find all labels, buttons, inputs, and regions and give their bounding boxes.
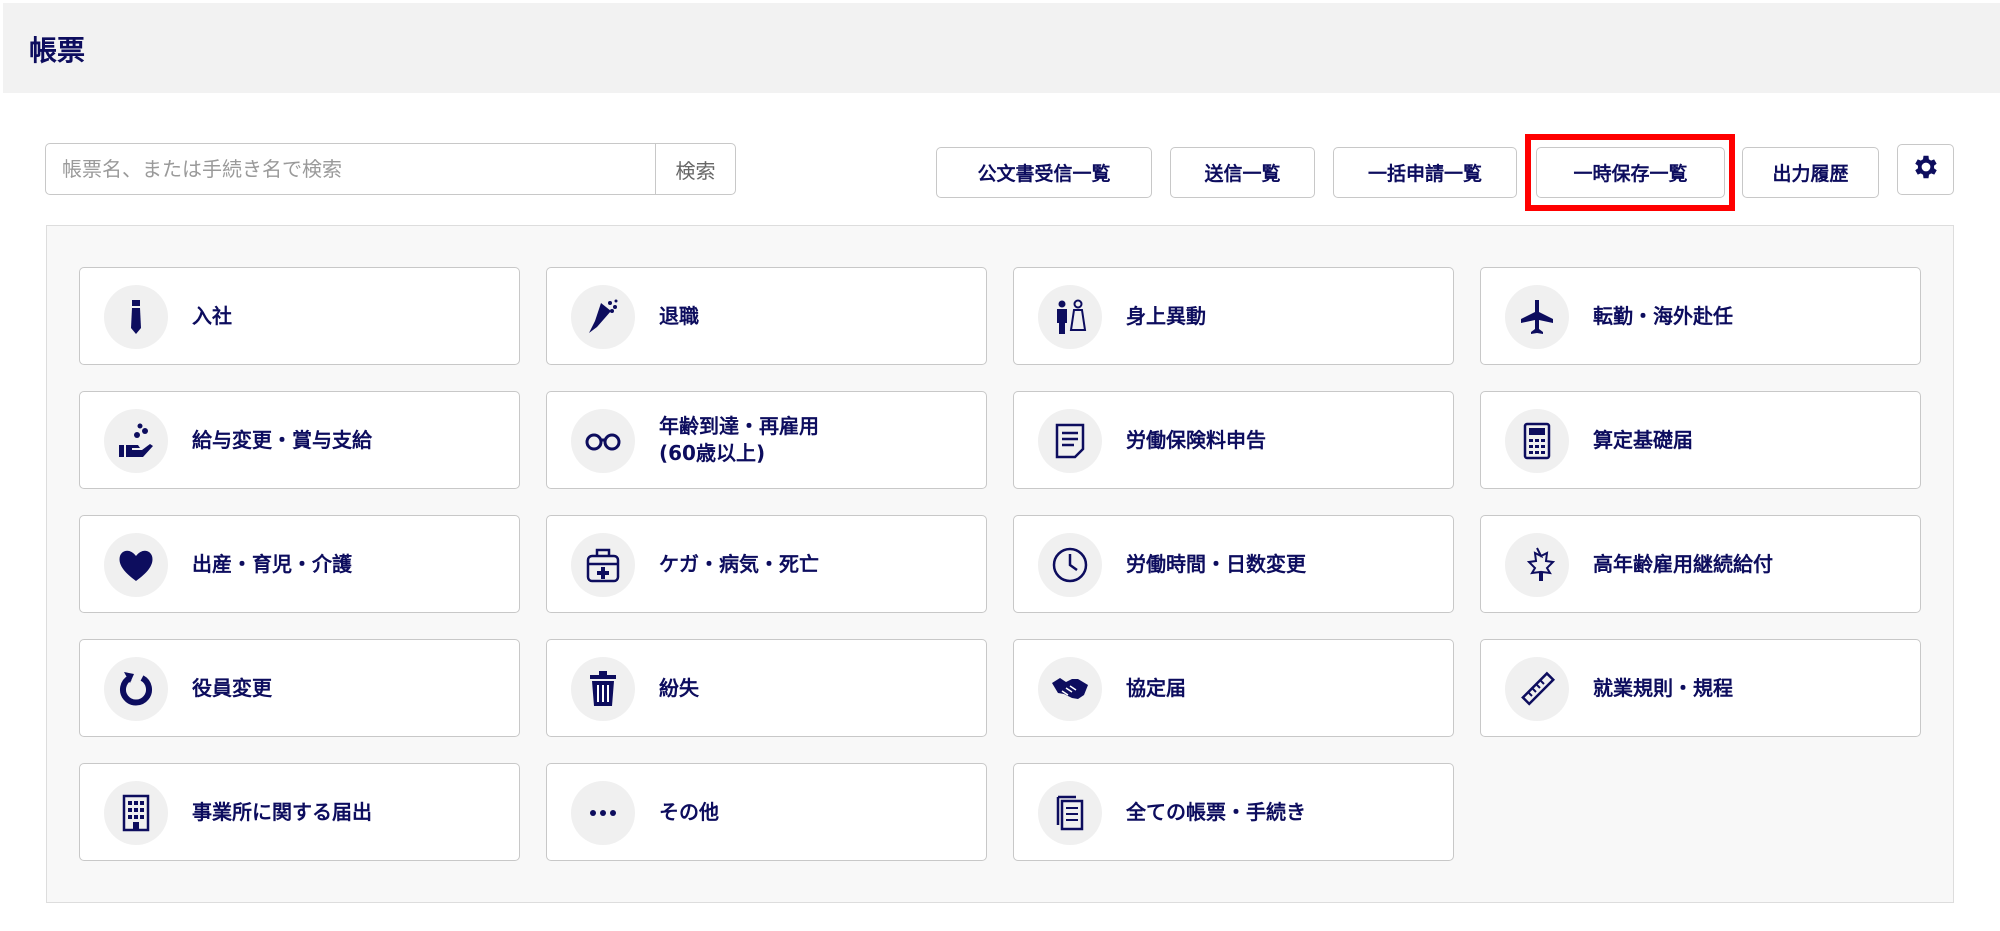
category-label: 算定基礎届 <box>1593 427 1693 452</box>
building-icon <box>104 781 168 845</box>
category-label: 年齢到達・再雇用 (60歳以上) <box>659 414 819 465</box>
refresh-icon <box>104 657 168 721</box>
hand-coins-icon <box>104 409 168 473</box>
handshake-icon <box>1038 657 1102 721</box>
category-card-glasses[interactable]: 年齢到達・再雇用 (60歳以上) <box>546 391 987 489</box>
category-card-airplane[interactable]: 転勤・海外赴任 <box>1480 267 1921 365</box>
settings-button[interactable] <box>1897 144 1954 195</box>
first-aid-kit-icon <box>571 533 635 597</box>
received-documents-list-button[interactable]: 公文書受信一覧 <box>936 147 1152 198</box>
category-label: 労働保険料申告 <box>1126 427 1266 452</box>
search-box: 検索 <box>45 143 736 195</box>
category-card-calculator[interactable]: 算定基礎届 <box>1480 391 1921 489</box>
category-label: 退職 <box>659 303 699 328</box>
category-label: ケガ・病気・死亡 <box>659 551 819 576</box>
category-card-handshake[interactable]: 協定届 <box>1013 639 1454 737</box>
category-card-building[interactable]: 事業所に関する届出 <box>79 763 520 861</box>
category-label: 給与変更・賞与支給 <box>192 427 372 452</box>
category-label: 事業所に関する届出 <box>192 799 372 824</box>
category-card-refresh[interactable]: 役員変更 <box>79 639 520 737</box>
category-label: 高年齢雇用継続給付 <box>1593 551 1773 576</box>
category-label: 就業規則・規程 <box>1593 675 1733 700</box>
document-icon <box>1038 409 1102 473</box>
category-card-first-aid-kit[interactable]: ケガ・病気・死亡 <box>546 515 987 613</box>
search-input[interactable] <box>46 144 655 194</box>
gear-icon <box>1911 152 1941 187</box>
category-label: 役員変更 <box>192 675 272 700</box>
more-icon <box>571 781 635 845</box>
necktie-icon <box>104 285 168 349</box>
ruler-icon <box>1505 657 1569 721</box>
output-history-button[interactable]: 出力履歴 <box>1742 147 1879 198</box>
search-button[interactable]: 検索 <box>655 144 735 194</box>
wedding-couple-icon <box>1038 285 1102 349</box>
page-header: 帳票 <box>3 3 2000 93</box>
category-card-clock[interactable]: 労働時間・日数変更 <box>1013 515 1454 613</box>
sent-list-button[interactable]: 送信一覧 <box>1170 147 1315 198</box>
category-label: 身上異動 <box>1126 303 1206 328</box>
category-card-trash[interactable]: 紛失 <box>546 639 987 737</box>
category-card-necktie[interactable]: 入社 <box>79 267 520 365</box>
clock-icon <box>1038 533 1102 597</box>
category-label: 労働時間・日数変更 <box>1126 551 1306 576</box>
category-label: 全ての帳票・手続き <box>1126 799 1306 824</box>
category-card-documents[interactable]: 全ての帳票・手続き <box>1013 763 1454 861</box>
category-label: その他 <box>659 799 719 824</box>
airplane-icon <box>1505 285 1569 349</box>
page-title: 帳票 <box>29 34 86 67</box>
category-panel: 入社 退職 身上異動 転勤・海外赴任給与変更・賞与支給 年齢到達・再雇用 (60歳以上)… <box>46 225 1954 903</box>
highlight-box <box>1525 134 1735 211</box>
category-card-ruler[interactable]: 就業規則・規程 <box>1480 639 1921 737</box>
category-card-wedding-couple[interactable]: 身上異動 <box>1013 267 1454 365</box>
category-card-bouquet[interactable]: 退職 <box>546 267 987 365</box>
category-label: 出産・育児・介護 <box>192 551 352 576</box>
category-card-maple-leaf[interactable]: 高年齢雇用継続給付 <box>1480 515 1921 613</box>
documents-icon <box>1038 781 1102 845</box>
maple-leaf-icon <box>1505 533 1569 597</box>
trash-icon <box>571 657 635 721</box>
category-label: 紛失 <box>659 675 699 700</box>
calculator-icon <box>1505 409 1569 473</box>
bouquet-icon <box>571 285 635 349</box>
category-label: 入社 <box>192 303 232 328</box>
category-label: 協定届 <box>1126 675 1186 700</box>
category-card-document[interactable]: 労働保険料申告 <box>1013 391 1454 489</box>
category-card-hand-coins[interactable]: 給与変更・賞与支給 <box>79 391 520 489</box>
glasses-icon <box>571 409 635 473</box>
category-card-more[interactable]: その他 <box>546 763 987 861</box>
category-label: 転勤・海外赴任 <box>1593 303 1733 328</box>
heart-icon <box>104 533 168 597</box>
category-card-heart[interactable]: 出産・育児・介護 <box>79 515 520 613</box>
bulk-application-list-button[interactable]: 一括申請一覧 <box>1333 147 1517 198</box>
